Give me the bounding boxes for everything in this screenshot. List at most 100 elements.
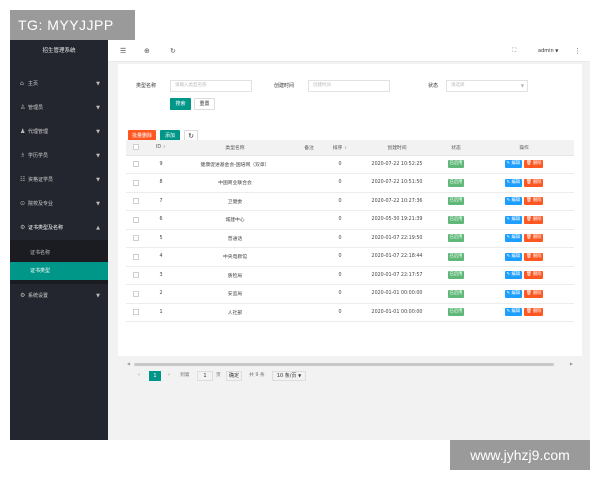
cell-remark: [294, 266, 324, 285]
search-button[interactable]: 搜索: [170, 98, 191, 110]
scroll-right-icon[interactable]: ▶: [570, 361, 573, 366]
chevron-down-icon: ▼: [555, 48, 559, 53]
sidebar-item-settings[interactable]: ⚙ 系统设置 ▼: [10, 284, 108, 308]
row-checkbox[interactable]: [133, 179, 139, 186]
status-badge[interactable]: 已启用: [447, 271, 465, 280]
chevron-down-icon: ▼: [96, 153, 100, 159]
reset-button[interactable]: 重置: [194, 98, 215, 110]
cell-sort: 0: [324, 284, 356, 304]
row-checkbox[interactable]: [133, 309, 139, 315]
fullscreen-icon[interactable]: ⛶: [512, 40, 516, 62]
cell-name: 普通话: [176, 229, 294, 248]
sidebar-item-home[interactable]: ⌂ 主页 ▼: [10, 72, 108, 96]
prev-page-button[interactable]: ‹: [138, 370, 140, 382]
data-table: ID ⇕ 类型名称 备注 排序 ⇕ 创建时间 状态 操作 9 健康促进基金会-国…: [126, 140, 574, 322]
column-header-sort[interactable]: 排序 ⇕: [324, 140, 356, 156]
status-badge[interactable]: 已启用: [447, 289, 465, 298]
created-time-input[interactable]: 创建时间: [308, 80, 390, 92]
status-select-placeholder: 请选择: [451, 83, 465, 88]
sidebar-subitem-cert-type[interactable]: 证书类型: [10, 262, 108, 280]
cell-id: 2: [146, 284, 176, 304]
edit-button[interactable]: ✎ 编辑: [504, 215, 523, 224]
delete-button[interactable]: 🗑 删除: [524, 308, 544, 317]
user-menu[interactable]: admin ▼: [538, 40, 558, 62]
sidebar-item-cert-students[interactable]: ☷ 资格证学员 ▼: [10, 168, 108, 192]
sidebar-item-label: 系统设置: [28, 293, 49, 299]
edit-button[interactable]: ✎ 编辑: [504, 271, 523, 280]
row-checkbox[interactable]: [133, 235, 139, 241]
sidebar-item-degree-students[interactable]: ♗ 学历学员 ▼: [10, 144, 108, 168]
scrollbar-thumb[interactable]: [134, 363, 554, 366]
refresh-icon[interactable]: ↻: [170, 40, 176, 62]
globe-icon[interactable]: ⊕: [144, 40, 150, 62]
sidebar-subitem-cert-name[interactable]: 证书名称: [10, 244, 108, 262]
edit-button[interactable]: ✎ 编辑: [504, 289, 523, 298]
cell-created: 2020-01-01 00:00:00: [356, 284, 438, 304]
edit-button[interactable]: ✎ 编辑: [504, 252, 523, 261]
menu-toggle-icon[interactable]: ☰: [120, 40, 126, 62]
status-badge[interactable]: 已启用: [447, 160, 465, 169]
row-checkbox[interactable]: [133, 216, 139, 223]
delete-button[interactable]: 🗑 删除: [524, 215, 544, 224]
cell-remark: [294, 284, 324, 304]
status-badge[interactable]: 已启用: [447, 197, 465, 206]
sidebar-item-agents[interactable]: ♟ 代理管理 ▼: [10, 120, 108, 144]
cell-name: 安监局: [176, 284, 294, 304]
edit-button[interactable]: ✎ 编辑: [504, 160, 523, 169]
column-header-id[interactable]: ID ⇕: [146, 140, 176, 156]
row-checkbox[interactable]: [133, 253, 139, 260]
row-checkbox[interactable]: [133, 198, 139, 204]
row-checkbox[interactable]: [133, 272, 139, 278]
chevron-up-icon: ▲: [96, 225, 100, 231]
edit-button[interactable]: ✎ 编辑: [504, 178, 523, 187]
edit-button[interactable]: ✎ 编辑: [504, 308, 523, 317]
table-row: 6 城建中心 0 2020-05-30 19:21:39 已启用 ✎ 编辑 🗑 删…: [126, 210, 574, 230]
row-checkbox[interactable]: [133, 161, 139, 167]
row-checkbox[interactable]: [133, 290, 139, 297]
goto-page-input[interactable]: 1: [197, 371, 213, 381]
cell-sort: 0: [324, 229, 356, 248]
delete-button[interactable]: 🗑 删除: [524, 234, 544, 243]
type-name-input[interactable]: 请输入类型名称: [170, 80, 252, 92]
status-badge[interactable]: 已启用: [447, 308, 465, 317]
cell-id: 4: [146, 247, 176, 267]
page-1-button[interactable]: 1: [149, 371, 161, 381]
status-select[interactable]: 请选择 ▼: [446, 80, 528, 92]
status-badge[interactable]: 已启用: [447, 234, 465, 243]
user-icon: ♙: [20, 104, 26, 111]
column-header-status: 状态: [438, 140, 474, 156]
table-row: 5 普通话 0 2020-01-07 22:19:50 已启用 ✎ 编辑 🗑 删除: [126, 229, 574, 248]
student-icon: ♗: [20, 152, 26, 159]
sidebar-item-label: 证书类型及名称: [28, 225, 64, 231]
cell-name: 中央电教馆: [176, 247, 294, 267]
cell-name: 人社部: [176, 303, 294, 322]
sidebar-item-cert-types[interactable]: ⚙ 证书类型及名称 ▲: [10, 216, 108, 240]
horizontal-scrollbar[interactable]: ◀ ▶: [126, 361, 574, 367]
next-page-button[interactable]: ›: [168, 370, 170, 382]
delete-button[interactable]: 🗑 删除: [524, 289, 544, 298]
goto-label: 到第: [180, 373, 190, 378]
edit-button[interactable]: ✎ 编辑: [504, 197, 523, 206]
select-all-checkbox[interactable]: [133, 144, 139, 150]
edit-button[interactable]: ✎ 编辑: [504, 234, 523, 243]
sidebar-item-label: 资格证学员: [28, 177, 54, 183]
delete-button[interactable]: 🗑 删除: [524, 197, 544, 206]
table-row: 9 健康促进基金会-国培网（双章） 0 2020-07-22 10:52:25 …: [126, 155, 574, 174]
delete-button[interactable]: 🗑 删除: [524, 178, 544, 187]
sidebar-item-schools[interactable]: ⊙ 院校及专业 ▼: [10, 192, 108, 216]
goto-confirm-button[interactable]: 确定: [226, 371, 242, 381]
sidebar-item-admins[interactable]: ♙ 管理员 ▼: [10, 96, 108, 120]
cell-id: 8: [146, 173, 176, 193]
more-icon[interactable]: ⋮: [574, 40, 581, 62]
scroll-left-icon[interactable]: ◀: [127, 361, 130, 366]
status-badge[interactable]: 已启用: [447, 252, 465, 261]
per-page-select[interactable]: 10 条/页 ▼: [272, 371, 306, 381]
delete-button[interactable]: 🗑 删除: [524, 252, 544, 261]
cell-id: 6: [146, 210, 176, 230]
status-badge[interactable]: 已启用: [447, 215, 465, 224]
sidebar-item-label: 学历学员: [28, 153, 49, 159]
sort-icon: ⇕: [162, 144, 166, 150]
delete-button[interactable]: 🗑 删除: [524, 271, 544, 280]
status-badge[interactable]: 已启用: [447, 178, 465, 187]
delete-button[interactable]: 🗑 删除: [524, 160, 544, 169]
